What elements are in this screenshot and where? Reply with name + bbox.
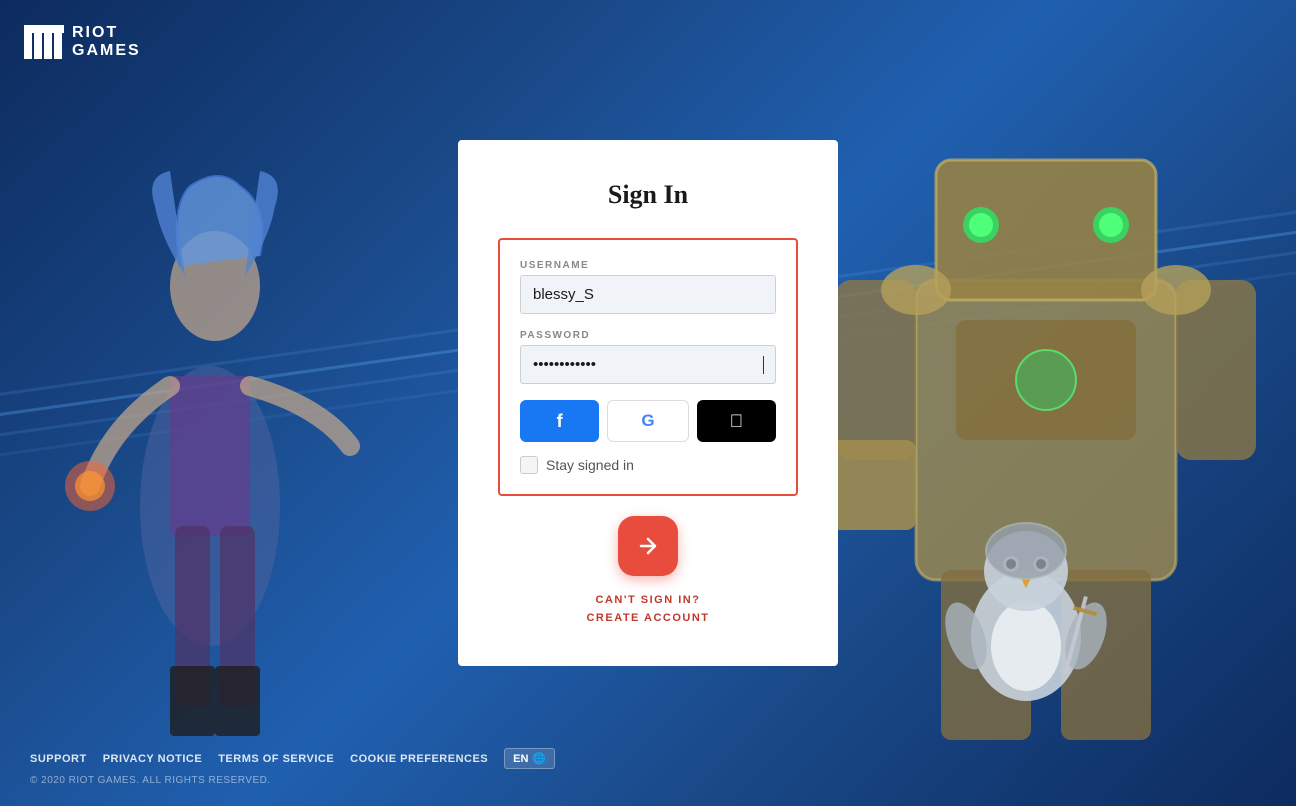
submit-button-wrapper bbox=[498, 516, 798, 576]
stay-signed-label: Stay signed in bbox=[546, 457, 634, 473]
modal-title: Sign In bbox=[498, 180, 798, 210]
facebook-icon: f bbox=[557, 411, 563, 432]
submit-button[interactable] bbox=[618, 516, 678, 576]
apple-signin-button[interactable]:  bbox=[697, 400, 776, 442]
apple-icon:  bbox=[730, 411, 744, 432]
footer-support-link[interactable]: SUPPORT bbox=[30, 753, 87, 765]
facebook-signin-button[interactable]: f bbox=[520, 400, 599, 442]
username-label: USERNAME bbox=[520, 260, 776, 271]
footer-language-selector[interactable]: EN 🌐 bbox=[504, 748, 555, 769]
password-label: PASSWORD bbox=[520, 330, 776, 341]
footer-cookie-link[interactable]: COOKIE PREFERENCES bbox=[350, 753, 488, 765]
stay-signed-checkbox[interactable] bbox=[520, 456, 538, 474]
password-input[interactable] bbox=[520, 345, 776, 384]
google-signin-button[interactable]: G bbox=[607, 400, 688, 442]
logo-icon bbox=[24, 25, 64, 59]
footer-privacy-link[interactable]: PRIVACY NOTICE bbox=[103, 753, 203, 765]
password-wrapper bbox=[520, 345, 776, 384]
social-buttons: f G  bbox=[520, 400, 776, 442]
footer-terms-link[interactable]: TERMS OF SERVICE bbox=[218, 753, 334, 765]
footer-lang-text: EN bbox=[513, 753, 528, 765]
logo-text: RIOT GAMES bbox=[72, 24, 141, 59]
character-left bbox=[30, 106, 410, 746]
password-field-group: PASSWORD bbox=[520, 330, 776, 384]
cant-sign-in-link[interactable]: CAN'T SIGN IN? bbox=[498, 594, 798, 606]
footer-links-row: SUPPORT PRIVACY NOTICE TERMS OF SERVICE … bbox=[30, 748, 555, 769]
globe-icon: 🌐 bbox=[532, 752, 546, 765]
arrow-right-icon bbox=[636, 534, 660, 558]
username-input[interactable] bbox=[520, 275, 776, 314]
stay-signed-container: Stay signed in bbox=[520, 456, 776, 474]
password-cursor bbox=[763, 356, 764, 374]
google-icon: G bbox=[641, 411, 654, 431]
sign-in-modal: Sign In USERNAME PASSWORD f G  bbox=[458, 140, 838, 666]
form-container: USERNAME PASSWORD f G  Stay bbox=[498, 238, 798, 496]
create-account-link[interactable]: CREATE ACCOUNT bbox=[498, 612, 798, 624]
footer: SUPPORT PRIVACY NOTICE TERMS OF SERVICE … bbox=[30, 748, 555, 786]
username-field-group: USERNAME bbox=[520, 260, 776, 314]
footer-copyright: © 2020 RIOT GAMES. ALL RIGHTS RESERVED. bbox=[30, 775, 555, 786]
logo[interactable]: RIOT GAMES bbox=[24, 24, 141, 59]
links-section: CAN'T SIGN IN? CREATE ACCOUNT bbox=[498, 594, 798, 624]
character-penguin bbox=[936, 506, 1116, 706]
